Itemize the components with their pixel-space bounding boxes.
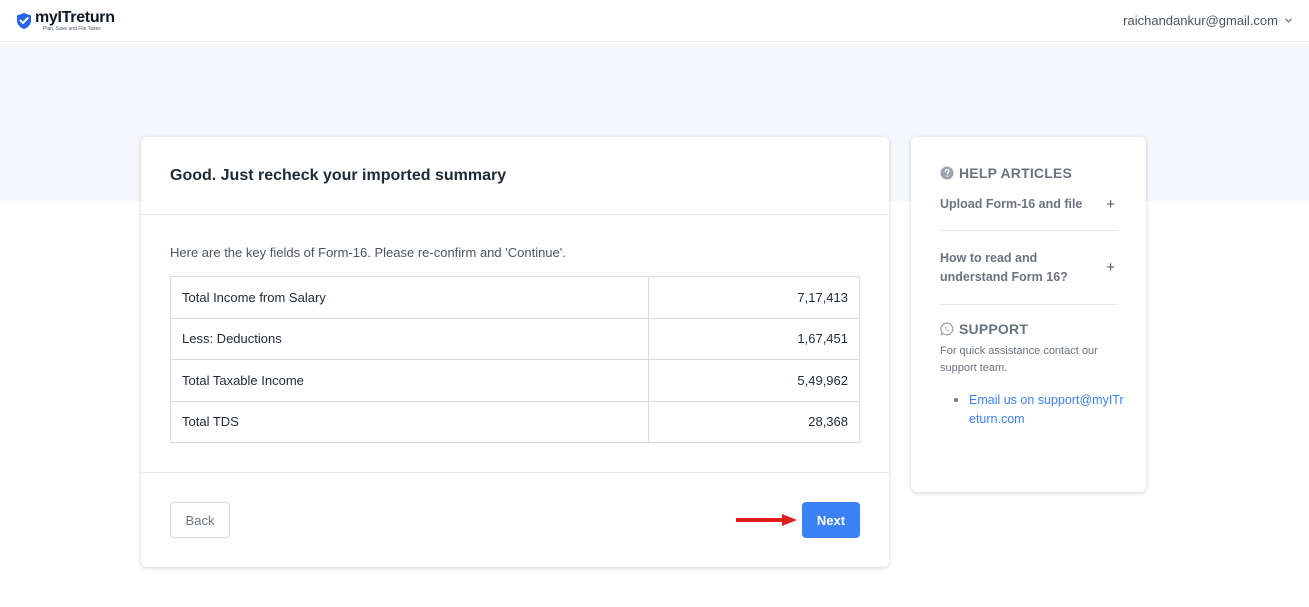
table-row: Total Income from Salary 7,17,413 — [170, 276, 860, 319]
user-email: raichandankur@gmail.com — [1123, 13, 1278, 28]
help-article-upload-form16[interactable]: Upload Form-16 and file + — [940, 191, 1117, 231]
help-articles-heading: HELP ARTICLES — [940, 165, 1117, 181]
card-header: Good. Just recheck your imported summary — [141, 137, 889, 215]
row-value: 1,67,451 — [648, 317, 860, 360]
table-row: Total TDS 28,368 — [170, 400, 860, 443]
user-account-menu[interactable]: raichandankur@gmail.com — [1123, 13, 1293, 28]
row-label: Less: Deductions — [170, 317, 649, 360]
card-footer: Back Next — [141, 473, 889, 567]
table-row: Less: Deductions 1,67,451 — [170, 317, 860, 360]
arrow-right-icon — [736, 514, 797, 526]
row-label: Total TDS — [170, 400, 649, 443]
next-group: Next — [736, 502, 860, 538]
whatsapp-icon — [940, 322, 954, 336]
article-title: How to read and understand Form 16? — [940, 250, 1068, 284]
top-header: myITreturn Plan, Save and File Taxes rai… — [0, 0, 1309, 42]
table-row: Total Taxable Income 5,49,962 — [170, 359, 860, 402]
row-label: Total Taxable Income — [170, 359, 649, 402]
question-circle-icon — [940, 166, 954, 180]
brand-name: myITreturn — [35, 8, 115, 26]
back-button[interactable]: Back — [170, 502, 230, 538]
card-body: Here are the key fields of Form-16. Plea… — [141, 215, 889, 473]
row-value: 5,49,962 — [648, 359, 860, 402]
next-button[interactable]: Next — [802, 502, 860, 538]
form16-summary-table: Total Income from Salary 7,17,413 Less: … — [170, 276, 860, 443]
help-article-read-form16[interactable]: How to read and understand Form 16? + — [940, 231, 1117, 305]
brand-tagline: Plan, Save and File Taxes — [43, 25, 101, 32]
support-description: For quick assistance contact our support… — [940, 345, 1098, 374]
chevron-down-icon — [1285, 18, 1292, 23]
intro-text: Here are the key fields of Form-16. Plea… — [170, 245, 566, 260]
support-heading-text: SUPPORT — [959, 321, 1029, 337]
article-title: Upload Form-16 and file — [940, 197, 1083, 211]
plus-icon: + — [1106, 259, 1115, 276]
row-value: 7,17,413 — [648, 276, 860, 319]
summary-card: Good. Just recheck your imported summary… — [141, 137, 889, 567]
help-sidebar: HELP ARTICLES Upload Form-16 and file + … — [911, 137, 1146, 492]
help-heading-text: HELP ARTICLES — [959, 165, 1073, 181]
plus-icon: + — [1106, 196, 1115, 213]
support-heading: SUPPORT — [940, 321, 1117, 337]
row-value: 28,368 — [648, 400, 860, 443]
brand-logo[interactable]: myITreturn Plan, Save and File Taxes — [16, 8, 115, 32]
shield-check-icon — [17, 12, 31, 29]
support-list: Email us on support@myITreturn.com — [940, 391, 1124, 428]
page-title: Good. Just recheck your imported summary — [170, 166, 507, 184]
row-label: Total Income from Salary — [170, 276, 649, 319]
email-support-link[interactable]: Email us on support@myITreturn.com — [954, 391, 1124, 428]
